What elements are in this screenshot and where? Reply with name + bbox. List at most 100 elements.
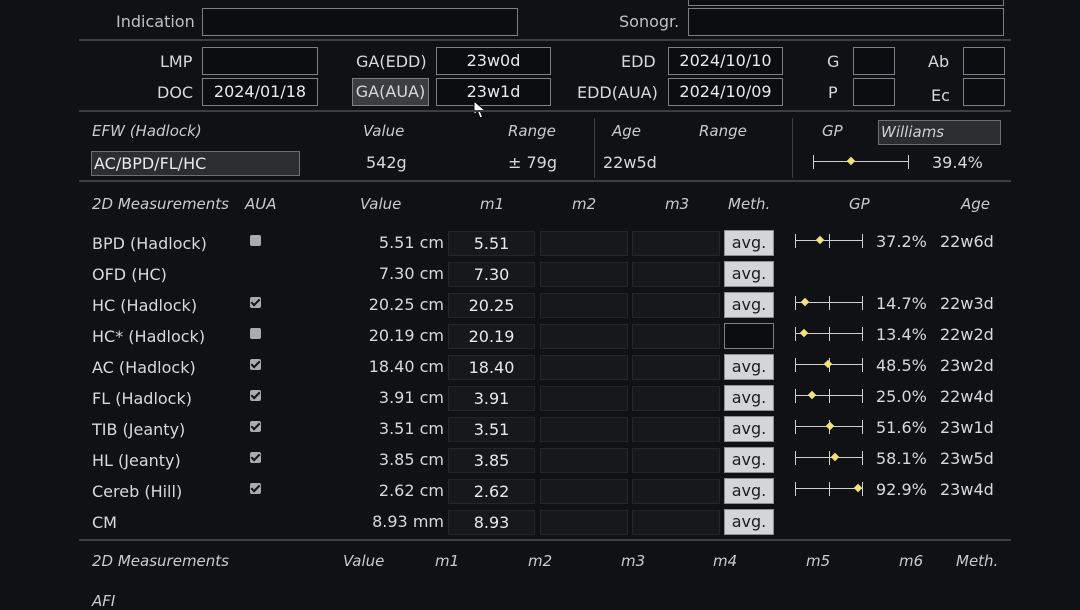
ga-aua-field[interactable]: 23w1d xyxy=(436,78,551,106)
meas-m3-header: m3 xyxy=(665,195,690,213)
efw-method-header: EFW (Hadlock) xyxy=(92,122,202,140)
gp-bar xyxy=(795,482,863,496)
m3-cell[interactable] xyxy=(632,448,720,473)
lmp-field[interactable] xyxy=(202,47,318,75)
edd-aua-field[interactable]: 2024/10/09 xyxy=(668,78,783,106)
m2-cell[interactable] xyxy=(540,231,628,256)
m1-cell[interactable]: 18.40 xyxy=(448,355,535,380)
divider xyxy=(79,110,1011,112)
meas-row-value: 20.19 cm xyxy=(368,326,444,345)
meas-name-header: 2D Measurements xyxy=(92,195,229,213)
ec-field[interactable] xyxy=(963,78,1005,106)
meas-row-value: 3.85 cm xyxy=(378,450,444,469)
ab-label: Ab xyxy=(928,52,950,71)
gp-author-select[interactable]: Williams xyxy=(878,120,1001,145)
m2-cell[interactable] xyxy=(540,448,628,473)
efw-gp-bar xyxy=(813,155,909,169)
meas-row-value: 7.30 cm xyxy=(378,264,444,283)
m1-cell[interactable]: 8.93 xyxy=(448,510,535,535)
sonogr-field[interactable] xyxy=(688,8,1004,36)
efw-range: ± 79g xyxy=(508,153,558,172)
m1-cell[interactable]: 20.25 xyxy=(448,293,535,318)
efw-value: 542g xyxy=(366,153,407,172)
aua-checkbox[interactable] xyxy=(250,483,261,494)
meas-row-name: HC (Hadlock) xyxy=(92,296,198,315)
ab-field[interactable] xyxy=(963,47,1005,75)
efw-formula-select[interactable]: AC/BPD/FL/HC xyxy=(91,151,300,176)
m3-cell[interactable] xyxy=(632,417,720,442)
aua-checkbox[interactable] xyxy=(250,235,261,246)
m3-cell[interactable] xyxy=(632,479,720,504)
method-button[interactable]: avg. xyxy=(724,354,774,380)
indication-field[interactable] xyxy=(202,8,518,36)
meas-row-age: 23w1d xyxy=(940,418,994,437)
m3-cell[interactable] xyxy=(632,293,720,318)
gp-marker xyxy=(823,359,833,369)
aua-checkbox[interactable] xyxy=(250,390,261,401)
efw-age: 22w5d xyxy=(603,153,657,172)
m2-cell[interactable] xyxy=(540,262,628,287)
meas-row-name: HC* (Hadlock) xyxy=(92,327,206,346)
meas2-m4-header: m4 xyxy=(713,552,738,570)
meas-row-gp: 92.9% xyxy=(876,480,927,499)
gp-marker xyxy=(830,452,840,462)
m3-cell[interactable] xyxy=(632,386,720,411)
method-button[interactable]: avg. xyxy=(724,292,774,318)
method-button[interactable]: avg. xyxy=(724,261,774,287)
m2-cell[interactable] xyxy=(540,510,628,535)
aua-checkbox[interactable] xyxy=(250,359,261,370)
m3-cell[interactable] xyxy=(632,231,720,256)
meas-row-value: 2.62 cm xyxy=(378,481,444,500)
aua-checkbox[interactable] xyxy=(250,452,261,463)
m2-cell[interactable] xyxy=(540,479,628,504)
meas-row-name: TIB (Jeanty) xyxy=(92,420,186,439)
m2-cell[interactable] xyxy=(540,324,628,349)
m1-cell[interactable]: 7.30 xyxy=(448,262,535,287)
method-button[interactable]: avg. xyxy=(724,509,774,535)
meas2-m1-header: m1 xyxy=(435,552,460,570)
m2-cell[interactable] xyxy=(540,417,628,442)
top-cut-field[interactable] xyxy=(688,0,1004,6)
method-button[interactable]: avg. xyxy=(724,385,774,411)
gp-bar xyxy=(795,358,863,372)
meas-meth-header: Meth. xyxy=(728,195,771,213)
meas-row-age: 23w4d xyxy=(940,480,994,499)
lmp-label: LMP xyxy=(160,52,193,71)
m2-cell[interactable] xyxy=(540,355,628,380)
m3-cell[interactable] xyxy=(632,510,720,535)
meas-value-header: Value xyxy=(360,195,402,213)
method-button[interactable]: avg. xyxy=(724,230,774,256)
m2-cell[interactable] xyxy=(540,293,628,318)
m1-cell[interactable]: 20.19 xyxy=(448,324,535,349)
meas-row-name: Cereb (Hill) xyxy=(92,482,183,501)
method-button[interactable] xyxy=(724,323,774,349)
aua-checkbox[interactable] xyxy=(250,328,261,339)
m2-cell[interactable] xyxy=(540,386,628,411)
method-button[interactable]: avg. xyxy=(724,478,774,504)
meas-m1-header: m1 xyxy=(480,195,505,213)
aua-checkbox[interactable] xyxy=(250,297,261,308)
m1-cell[interactable]: 3.51 xyxy=(448,417,535,442)
p-field[interactable] xyxy=(853,78,895,106)
aua-checkbox[interactable] xyxy=(250,421,261,432)
divider xyxy=(594,118,595,178)
meas-row-gp: 48.5% xyxy=(876,356,927,375)
m1-cell[interactable]: 2.62 xyxy=(448,479,535,504)
method-button[interactable]: avg. xyxy=(724,416,774,442)
m1-cell[interactable]: 3.91 xyxy=(448,386,535,411)
edd-field[interactable]: 2024/10/10 xyxy=(668,47,783,75)
g-field[interactable] xyxy=(853,47,895,75)
doc-field[interactable]: 2024/01/18 xyxy=(202,78,318,106)
m1-cell[interactable]: 5.51 xyxy=(448,231,535,256)
efw-age-range-header: Range xyxy=(699,122,747,140)
m3-cell[interactable] xyxy=(632,262,720,287)
meas-row-age: 22w3d xyxy=(940,294,994,313)
m3-cell[interactable] xyxy=(632,324,720,349)
meas-row-name: CM xyxy=(92,513,117,532)
ga-edd-field[interactable]: 23w0d xyxy=(436,47,551,75)
method-button[interactable]: avg. xyxy=(724,447,774,473)
meas-row-value: 18.40 cm xyxy=(368,357,444,376)
m3-cell[interactable] xyxy=(632,355,720,380)
m1-cell[interactable]: 3.85 xyxy=(448,448,535,473)
meas-row-value: 3.51 cm xyxy=(378,419,444,438)
